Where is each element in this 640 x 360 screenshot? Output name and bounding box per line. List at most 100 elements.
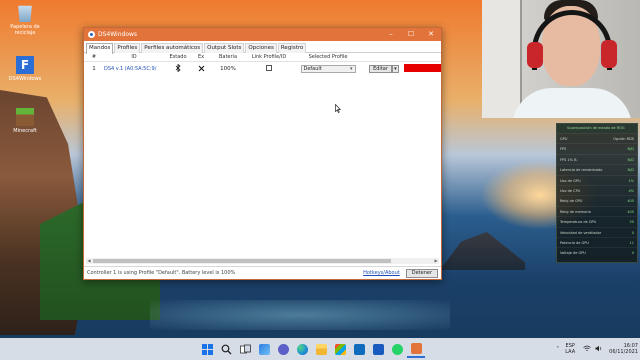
desktop-icon-label: DS4Windows [8, 76, 42, 82]
perf-label: Potencia de GPU [560, 240, 589, 245]
perf-row: Latencia de renderizado N/D [557, 164, 637, 174]
perf-value: 11 [629, 240, 634, 245]
perf-label: FPS [560, 147, 567, 152]
ds4windows-app-icon: F [16, 56, 34, 74]
perf-value: N/D [627, 157, 635, 162]
taskbar-apps [198, 340, 426, 358]
perf-row: Reloj de GPU 405 [557, 195, 637, 205]
clock[interactable]: 16:07 06/11/2021 [609, 343, 638, 355]
perf-row: Potencia de GPU 11 [557, 236, 637, 247]
wifi-icon[interactable] [583, 345, 591, 354]
scroll-right-icon[interactable]: ▶ [433, 258, 439, 264]
perf-label: Reloj de memoria [560, 209, 591, 214]
perf-title: Superposición de estado de ROG [557, 124, 637, 133]
tab-auto-profiles[interactable]: Perfiles automáticos [141, 43, 204, 53]
perf-row: Reloj de memoria 405 [557, 205, 637, 216]
mail-icon[interactable] [350, 340, 368, 358]
col-number: # [91, 54, 97, 60]
edit-dropdown-button[interactable]: ▾ [391, 65, 399, 73]
controller-row: 1 DS4 v.1 (A0:5A:5C:9/ 100% Default Edit… [84, 62, 441, 76]
perf-row: FPS N/D [557, 143, 637, 153]
task-view-icon[interactable] [236, 340, 254, 358]
tab-log[interactable]: Registro [277, 43, 307, 53]
edit-profile-button[interactable]: Editar [369, 65, 392, 73]
wallpaper-water [150, 300, 450, 330]
search-icon[interactable] [217, 340, 235, 358]
window-title: DS4Windows [98, 31, 138, 38]
perf-value: 0 [631, 230, 634, 235]
whatsapp-icon[interactable] [388, 340, 406, 358]
webcam-overlay [482, 0, 640, 118]
maximize-button[interactable]: ☐ [401, 28, 421, 41]
status-bar: Controller 1 is using Profile "Default".… [84, 266, 441, 279]
lightbar-color-swatch[interactable] [404, 64, 441, 72]
perf-value: 405 [627, 209, 634, 214]
chevron-up-icon[interactable]: ˄ [556, 346, 559, 353]
store-icon[interactable] [331, 340, 349, 358]
perf-label: Reloj de GPU [560, 199, 583, 204]
stop-button[interactable]: Detener [405, 268, 438, 278]
perf-value: 1% [628, 178, 634, 183]
perf-value: 405 [627, 199, 634, 204]
perf-header-row: GPU Opción RDS [557, 133, 637, 143]
language-indicator[interactable]: ESP LAA [565, 343, 575, 355]
perf-label: Latencia de renderizado [560, 168, 603, 173]
tab-options[interactable]: Opciones [245, 43, 277, 53]
perf-row: Uso de GPU 1% [557, 174, 637, 185]
edge-icon[interactable] [293, 340, 311, 358]
chat-icon[interactable] [274, 340, 292, 358]
col-link-profile: Link Profile/ID [251, 54, 287, 60]
perf-value: 4% [628, 188, 634, 193]
tab-profiles[interactable]: Profiles [114, 43, 141, 53]
perf-label: Uso de GPU [560, 178, 581, 183]
system-tray: ˄ ESP LAA 16:07 06/11/2021 [556, 338, 638, 360]
performance-overlay: Superposición de estado de ROG GPU Opció… [556, 123, 638, 263]
close-button[interactable]: ✕ [421, 28, 441, 41]
bluetooth-icon [164, 64, 192, 74]
minecraft-shortcut[interactable]: Minecraft [3, 108, 47, 134]
widgets-icon[interactable] [255, 340, 273, 358]
scrollbar-thumb[interactable] [93, 259, 391, 263]
mouse-cursor-icon [335, 103, 341, 115]
perf-value: 0 [631, 251, 634, 256]
ds4windows-icon[interactable] [407, 340, 425, 358]
perf-row: Temperatura de GPU 50 [557, 216, 637, 226]
desktop-icon-label: Minecraft [13, 128, 37, 134]
battery-level: 100% [220, 66, 236, 72]
x-icon[interactable] [192, 65, 210, 74]
perf-label: Temperatura de GPU [560, 220, 597, 225]
perf-row: Velocidad de ventilador 0 [557, 226, 637, 237]
explorer-icon[interactable] [312, 340, 330, 358]
minimize-button[interactable]: – [381, 28, 401, 41]
link-profile-checkbox[interactable] [266, 65, 272, 71]
title-bar[interactable]: DS4Windows – ☐ ✕ [84, 28, 441, 41]
perf-label: Uso de CPU [560, 188, 581, 193]
recycle-bin-icon [18, 5, 32, 22]
perf-value: 50 [629, 220, 634, 225]
scroll-left-icon[interactable]: ◀ [86, 258, 92, 264]
tab-strip: Mandos Profiles Perfiles automáticos Out… [84, 41, 441, 54]
recycle-bin-shortcut[interactable]: Papelera de reciclaje [3, 4, 47, 36]
horizontal-scrollbar[interactable]: ◀ ▶ [86, 258, 439, 264]
ds4windows-shortcut[interactable]: F DS4Windows [3, 56, 47, 82]
perf-row: Uso de CPU 4% [557, 184, 637, 195]
taskbar: ˄ ESP LAA 16:07 06/11/2021 [0, 338, 640, 360]
perf-row: Voltaje de GPU 0 [557, 247, 637, 257]
perf-value: N/D [627, 168, 635, 173]
hotkeys-about-link[interactable]: Hotkeys/About [363, 270, 400, 276]
volume-icon[interactable] [595, 345, 603, 354]
word-icon[interactable] [369, 340, 387, 358]
desktop-icon-label: Papelera de reciclaje [10, 24, 40, 36]
perf-label: Velocidad de ventilador [560, 230, 602, 235]
ds4windows-window: DS4Windows – ☐ ✕ Mandos Profiles Perfile… [83, 27, 442, 280]
controller-number: 1 [92, 66, 96, 72]
start-icon[interactable] [198, 340, 216, 358]
col-exclusive: Ex [197, 54, 205, 60]
perf-label: Voltaje de GPU [560, 251, 586, 256]
tab-output-slots[interactable]: Output Slots [204, 43, 245, 53]
clock-date: 06/11/2021 [609, 349, 638, 355]
controller-table-header: # ID Estado Ex Batería Link Profile/ID S… [84, 53, 441, 62]
perf-row: FPS 1% B. N/D [557, 153, 637, 164]
profile-select[interactable]: Default [300, 65, 356, 73]
perf-label: FPS 1% B. [560, 157, 578, 162]
